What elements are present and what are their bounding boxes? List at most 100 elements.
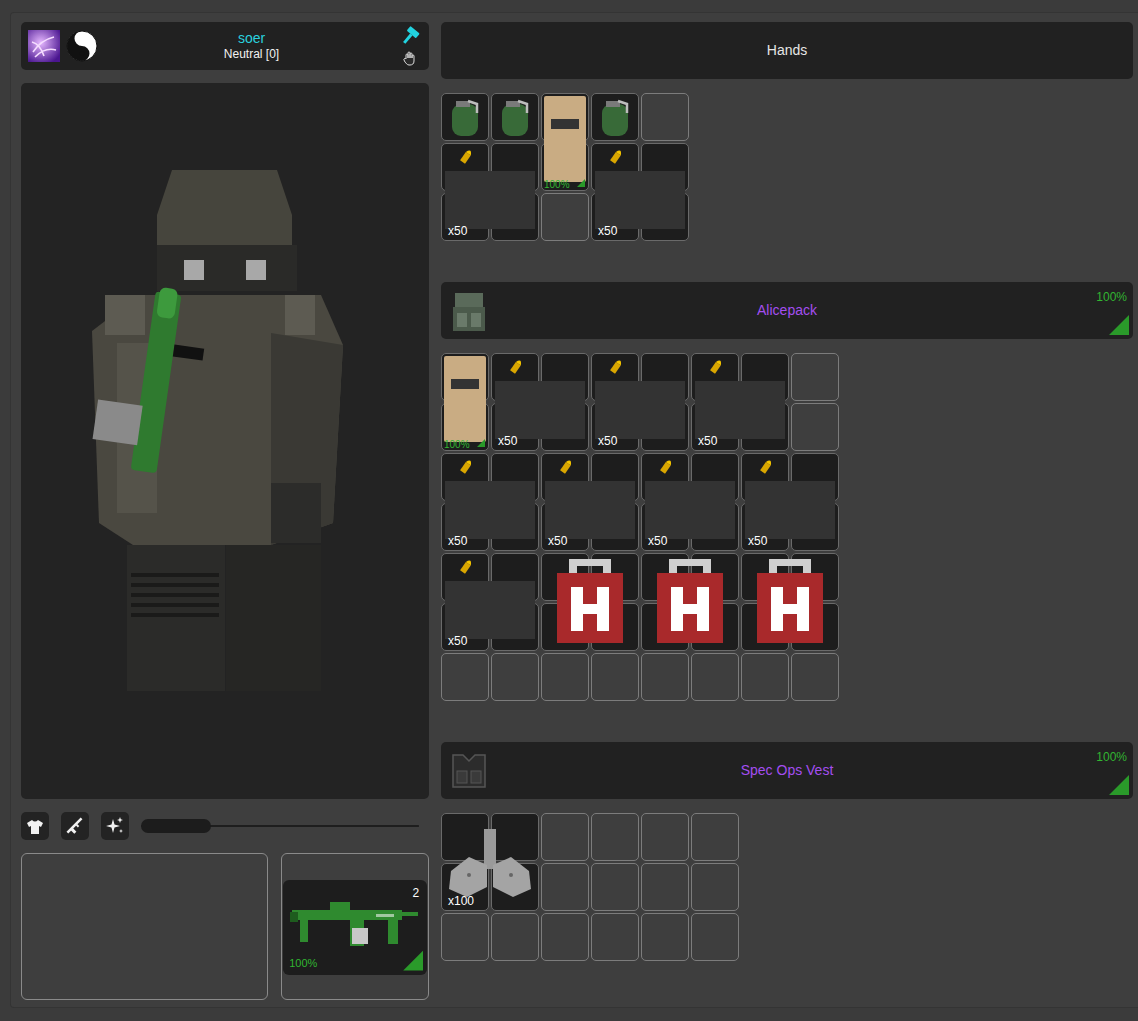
item-cell [641, 353, 689, 401]
empty-slot[interactable] [541, 913, 589, 961]
sparkle-icon [105, 816, 125, 837]
item-cell [541, 603, 589, 651]
empty-slot[interactable] [541, 863, 589, 911]
container-quality: 100% [1096, 288, 1127, 306]
empty-slot[interactable] [441, 913, 489, 961]
hammer-icon[interactable] [400, 25, 420, 46]
item-amount: x50 [698, 435, 717, 448]
empty-slot[interactable] [641, 913, 689, 961]
primary-slot[interactable]: 2100% [281, 853, 429, 1000]
empty-slot[interactable] [641, 93, 689, 141]
item-cell [541, 93, 589, 141]
empty-slot[interactable] [641, 813, 689, 861]
empty-slot[interactable] [591, 813, 639, 861]
hands-grid: 100%x50x50 [441, 93, 1133, 241]
shirt-icon [26, 816, 44, 836]
empty-slot[interactable] [691, 653, 739, 701]
hands-section: Hands100%x50x50 [441, 22, 1133, 241]
item-cell [691, 603, 739, 651]
empty-slot[interactable] [591, 913, 639, 961]
ammo-item[interactable]: x50 [691, 353, 789, 451]
item-cell [641, 553, 689, 601]
plate-item[interactable]: 100% [541, 93, 589, 191]
empty-slot[interactable] [491, 913, 539, 961]
quality-indicator [1109, 315, 1129, 335]
ammo-item[interactable]: x50 [441, 453, 539, 551]
item-cell [641, 403, 689, 451]
skill-icon [28, 30, 60, 62]
empty-slot[interactable] [691, 913, 739, 961]
soldier-icon [21, 83, 429, 799]
hands-title: Hands [501, 40, 1073, 61]
item-amount: x50 [498, 435, 517, 448]
container-quality: 100% [1096, 748, 1127, 766]
ammo-item[interactable]: x50 [441, 553, 539, 651]
ammo-item[interactable]: x50 [591, 143, 689, 241]
header-icon-slot [441, 747, 501, 795]
item-cell [741, 353, 789, 401]
rifle-item[interactable]: 2100% [283, 880, 427, 975]
empty-slot[interactable] [641, 653, 689, 701]
empty-slot[interactable] [791, 403, 839, 451]
vest-section: Spec Ops Vest100% x100 [441, 742, 1133, 961]
plate-item[interactable]: 100% [441, 353, 489, 451]
item-quality: 100% [289, 955, 317, 972]
grenade-item[interactable] [441, 93, 489, 141]
item-amount: x50 [748, 535, 767, 548]
empty-slot[interactable] [441, 653, 489, 701]
weapon-button[interactable] [61, 812, 89, 840]
empty-slot[interactable] [691, 863, 739, 911]
empty-slot[interactable] [791, 653, 839, 701]
empty-slot[interactable] [691, 813, 739, 861]
header-icon-slot [441, 287, 501, 335]
empty-slot[interactable] [591, 653, 639, 701]
ammo-item[interactable]: x50 [741, 453, 839, 551]
zoom-slider[interactable] [141, 819, 419, 833]
vest-header: Spec Ops Vest100% [441, 742, 1133, 799]
item-cell [641, 193, 689, 241]
item-cell [791, 503, 839, 551]
medkit-icon [541, 553, 639, 651]
yin-yang-icon [66, 30, 98, 62]
item-cell [541, 403, 589, 451]
empty-slot[interactable] [741, 653, 789, 701]
item-amount: x50 [448, 225, 467, 238]
ammo-item[interactable]: x50 [491, 353, 589, 451]
ammo-item[interactable]: x50 [441, 143, 539, 241]
empty-slot[interactable] [641, 863, 689, 911]
secondary-slot[interactable] [21, 853, 268, 1000]
empty-slot[interactable] [491, 653, 539, 701]
hand-icon[interactable] [402, 48, 418, 68]
item-cell [491, 553, 539, 601]
medkit-item[interactable] [641, 553, 739, 651]
vest-icon [445, 747, 493, 795]
plate-icon [441, 353, 489, 451]
effects-button[interactable] [101, 812, 129, 840]
backpack-grid: 100%x50x50x50x50x50x50x50x50 [441, 353, 1133, 701]
ammo-item[interactable]: x50 [641, 453, 739, 551]
item-cell [591, 353, 639, 401]
player-name: soer [108, 30, 395, 47]
item-cell [541, 453, 589, 501]
empty-slot[interactable] [591, 863, 639, 911]
grenade-item[interactable] [591, 93, 639, 141]
ammo-item[interactable]: x50 [541, 453, 639, 551]
bullets-item[interactable]: x100 [441, 813, 539, 911]
quality-indicator [403, 951, 423, 971]
medkit-item[interactable] [541, 553, 639, 651]
medkit-item[interactable] [741, 553, 839, 651]
item-cell [741, 553, 789, 601]
empty-slot[interactable] [541, 813, 589, 861]
empty-slot[interactable] [541, 193, 589, 241]
zoom-slider-fill[interactable] [141, 819, 211, 833]
item-cell [541, 353, 589, 401]
preview-toolbar [21, 812, 429, 840]
empty-slot[interactable] [791, 353, 839, 401]
grenade-item[interactable] [491, 93, 539, 141]
backpack-title: Alicepack [501, 300, 1073, 321]
empty-slot[interactable] [541, 653, 589, 701]
clothing-button[interactable] [21, 812, 49, 840]
character-preview[interactable] [21, 83, 429, 799]
ammo-item[interactable]: x50 [591, 353, 689, 451]
item-cell [591, 93, 639, 141]
